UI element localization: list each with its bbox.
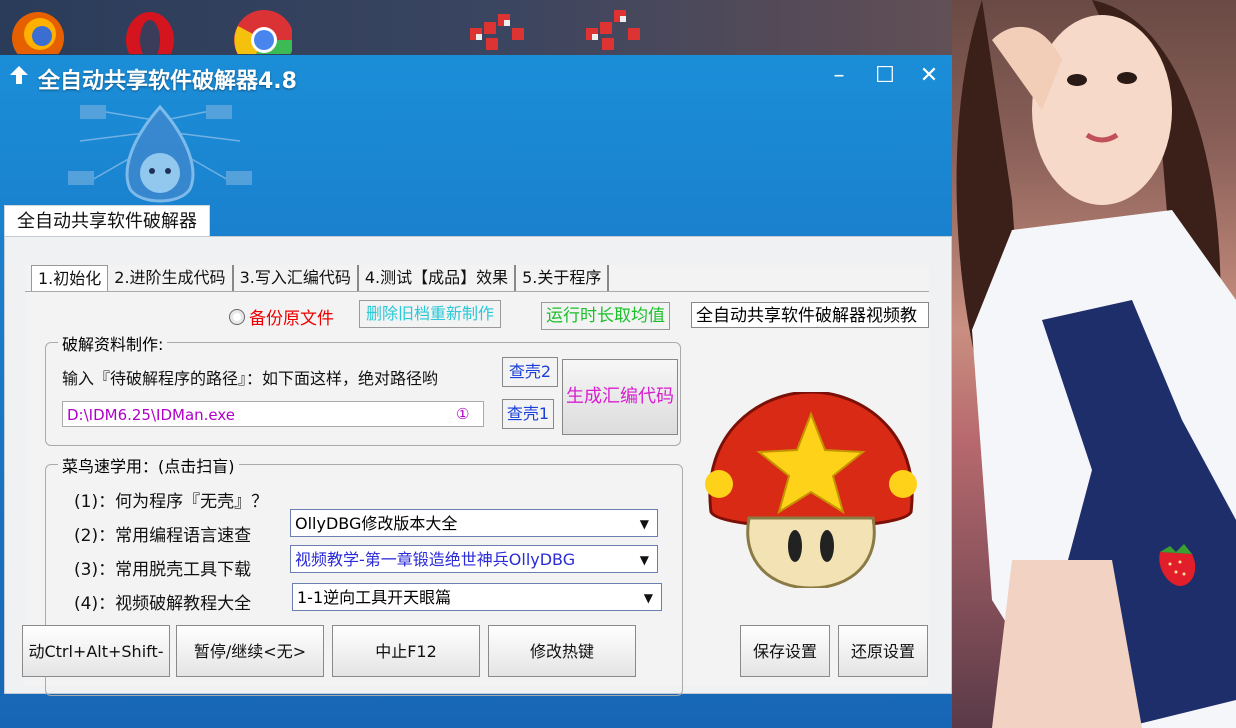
crack-group-title: 破解资料制作: [58, 331, 168, 355]
tab-test-result[interactable]: 4.测试【成品】效果 [358, 265, 517, 291]
tab-init[interactable]: 1.初始化 [31, 265, 109, 292]
strawberry-icon [1159, 544, 1196, 586]
chevron-down-icon[interactable]: ▼ [640, 546, 649, 574]
minimize-button[interactable]: – [822, 61, 856, 91]
generate-asm-button[interactable]: 生成汇编代码 [562, 359, 678, 435]
firefox-icon[interactable] [4, 4, 64, 54]
backup-radio-label: 备份原文件 [249, 309, 334, 329]
tab-about[interactable]: 5.关于程序 [516, 265, 610, 291]
question-3[interactable]: (3)：常用脱壳工具下载 [74, 555, 251, 580]
beginner-group-title: 菜鸟速学用：(点击扫盲) [58, 453, 239, 477]
logo-mascot-icon [68, 104, 252, 203]
check-shell2-button[interactable]: 查壳2 [502, 357, 558, 387]
outer-tab-main[interactable]: 全自动共享软件破解器 [4, 205, 210, 238]
window-title: 全自动共享软件破解器4.8 [38, 69, 297, 94]
chevron-down-icon[interactable]: ▼ [640, 510, 649, 538]
video-tutorial-field[interactable]: 全自动共享软件破解器视频教 [691, 302, 929, 328]
path-marker: ① [456, 405, 470, 423]
question-1[interactable]: (1)：何为程序『无壳』？ [74, 487, 268, 512]
dropdown-ollydbg-versions[interactable]: OllyDBG修改版本大全 ▼ [290, 509, 658, 537]
tab-advanced-code[interactable]: 2.进阶生成代码 [108, 265, 234, 291]
chevron-down-icon[interactable]: ▼ [644, 584, 653, 612]
delete-rebuild-button[interactable]: 删除旧档重新制作 [359, 300, 502, 328]
backup-radio[interactable]: 备份原文件 [229, 304, 334, 329]
tab-container: 1.初始化 2.进阶生成代码 3.写入汇编代码 4.测试【成品】效果 5.关于程… [25, 265, 929, 696]
start-hotkey-button[interactable]: 动Ctrl+Alt+Shift- [22, 625, 170, 677]
dropdown-value: OllyDBG修改版本大全 [295, 514, 458, 533]
dropdown-tool-lessons[interactable]: 1-1逆向工具开天眼篇 ▼ [292, 583, 662, 611]
main-window: 全自动共享软件破解器4.8 – ☐ ✕ 全自动共享软件破解器 1.初始化 2.进… [0, 55, 952, 728]
dropdown-value: 视频教学-第一章锻造绝世神兵OllyDBG [295, 550, 576, 569]
question-4[interactable]: (4)：视频破解教程大全 [74, 589, 251, 614]
tab-write-asm[interactable]: 3.写入汇编代码 [233, 265, 359, 291]
title-bar[interactable]: 全自动共享软件破解器4.8 – ☐ ✕ [0, 55, 952, 99]
tab-strip: 1.初始化 2.进阶生成代码 3.写入汇编代码 4.测试【成品】效果 5.关于程… [31, 265, 610, 292]
dropdown-video-lessons[interactable]: 视频教学-第一章锻造绝世神兵OllyDBG ▼ [290, 545, 658, 573]
cube-app-icon[interactable] [582, 4, 642, 54]
restore-settings-button[interactable]: 还原设置 [838, 625, 928, 677]
maximize-button[interactable]: ☐ [868, 61, 902, 91]
app-icon [10, 66, 28, 84]
runtime-average-button[interactable]: 运行时长取均值 [541, 302, 670, 330]
program-path-input[interactable]: D:\IDM6.25\IDMan.exe [62, 401, 484, 427]
check-shell1-button[interactable]: 查壳1 [502, 399, 554, 429]
close-button[interactable]: ✕ [912, 61, 946, 91]
crack-data-group: 破解资料制作: 输入『待破解程序的路径』：如下面这样，绝对路径哟 D:\IDM6… [45, 331, 681, 446]
dropdown-value: 1-1逆向工具开天眼篇 [297, 588, 452, 607]
cube-app-icon[interactable] [466, 4, 526, 54]
edit-hotkey-button[interactable]: 修改热键 [488, 625, 636, 677]
save-settings-button[interactable]: 保存设置 [740, 625, 830, 677]
wallpaper-photo [952, 0, 1236, 728]
chrome-icon[interactable] [232, 4, 292, 54]
path-hint: 输入『待破解程序的路径』：如下面这样，绝对路径哟 [62, 369, 439, 388]
stop-button[interactable]: 中止F12 [332, 625, 480, 677]
mushroom-icon [705, 392, 917, 588]
pause-resume-button[interactable]: 暂停/继续<无> [176, 625, 324, 677]
question-2[interactable]: (2)：常用编程语言速查 [74, 521, 251, 546]
opera-icon[interactable] [120, 4, 180, 54]
radio-circle[interactable] [229, 308, 245, 325]
